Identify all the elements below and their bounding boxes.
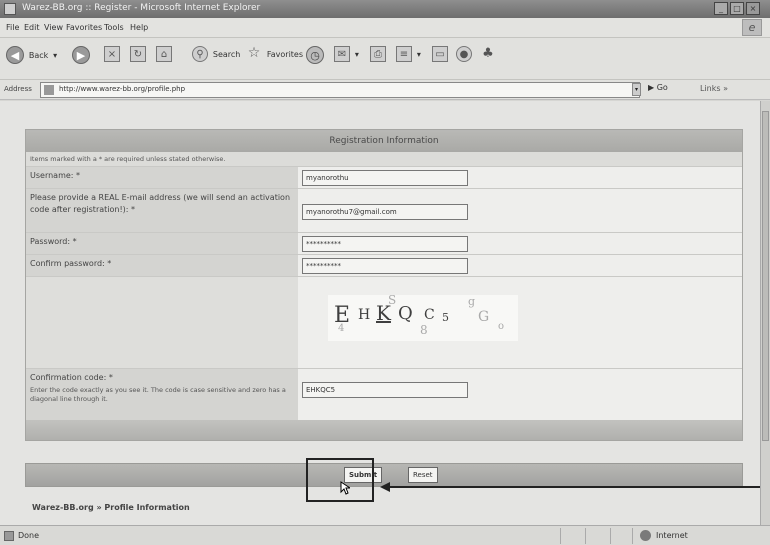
confirmation-code-field[interactable]: EHKQC5: [302, 382, 468, 398]
password-field[interactable]: **********: [302, 236, 468, 252]
print-button[interactable]: ⎙: [370, 46, 386, 72]
favorites-label: Favorites: [266, 49, 304, 59]
captcha-char-6: 5: [442, 311, 449, 324]
confirmation-code-row: Confirmation code: * Enter the code exac…: [26, 368, 742, 420]
callout-arrow-line: [386, 486, 760, 488]
refresh-button[interactable]: ↻: [130, 46, 146, 72]
address-bar: Address http://www.warez-bb.org/profile.…: [0, 80, 770, 100]
captcha-row: S g 4 8 G o E H K Q C 5: [26, 276, 742, 368]
research-icon: ●: [456, 46, 472, 62]
stop-icon: ×: [104, 46, 120, 62]
captcha-char-1: E: [334, 303, 351, 328]
back-icon: ◀: [6, 46, 24, 64]
callout-highlight-box: [306, 458, 374, 502]
address-url: http://www.warez-bb.org/profile.php: [59, 85, 186, 93]
menu-view[interactable]: View: [44, 23, 63, 32]
ie-window-icon: [4, 3, 16, 15]
edit-button[interactable]: ≡ ▾: [396, 46, 421, 72]
registration-header: Registration Information: [26, 130, 742, 152]
window-title: Warez-BB.org :: Register - Microsoft Int…: [22, 3, 261, 13]
menu-favorites[interactable]: Favorites: [66, 23, 102, 32]
search-label: Search: [212, 49, 241, 59]
go-button[interactable]: ▶ Go: [648, 83, 668, 92]
discuss-button[interactable]: ▭: [432, 46, 448, 72]
messenger-button[interactable]: ♣: [480, 46, 496, 72]
password-row: Password: * **********: [26, 232, 742, 254]
captcha-char-4: Q: [398, 303, 413, 324]
menu-bar: File Edit View Favorites Tools Help e: [0, 18, 770, 38]
scrollbar-thumb[interactable]: [762, 111, 769, 441]
registration-footer: [26, 420, 742, 440]
confirm-password-label: Confirm password: *: [26, 255, 298, 276]
email-field[interactable]: myanorothu7@gmail.com: [302, 204, 468, 220]
ie-logo-icon: e: [742, 19, 762, 36]
home-button[interactable]: ⌂: [156, 46, 172, 72]
print-icon: ⎙: [370, 46, 386, 62]
reset-button[interactable]: Reset: [408, 467, 438, 483]
page-done-icon: [4, 531, 14, 541]
forward-icon: ▶: [72, 46, 90, 64]
back-dropdown-icon: ▾: [53, 50, 58, 60]
page-viewport: Registration Information Items marked wi…: [0, 101, 760, 525]
captcha-char-3: K: [376, 301, 391, 325]
discuss-icon: ▭: [432, 46, 448, 62]
address-input[interactable]: http://www.warez-bb.org/profile.php: [40, 82, 640, 98]
search-button[interactable]: ⚲ Search: [192, 46, 240, 72]
go-label: Go: [656, 83, 668, 92]
maximize-button[interactable]: □: [730, 2, 744, 15]
status-bar: Done Internet: [0, 525, 770, 545]
favorites-button[interactable]: ☆ Favorites: [246, 46, 303, 72]
mail-button[interactable]: ✉ ▾: [334, 46, 359, 72]
captcha-char-2: H: [358, 307, 371, 323]
username-row: Username: * myanorothu: [26, 166, 742, 188]
stop-button[interactable]: ×: [104, 46, 120, 72]
email-label: Please provide a REAL E-mail address (we…: [26, 189, 298, 232]
internet-zone-icon: [640, 530, 651, 541]
username-field[interactable]: myanorothu: [302, 170, 468, 186]
zone-label: Internet: [656, 531, 688, 540]
confirmation-code-help: Enter the code exactly as you see it. Th…: [30, 386, 286, 403]
back-label: Back: [28, 50, 49, 60]
search-icon: ⚲: [192, 46, 208, 62]
minimize-button[interactable]: _: [714, 2, 728, 15]
mouse-cursor-icon: [340, 481, 350, 495]
menu-edit[interactable]: Edit: [24, 23, 40, 32]
history-icon: ◷: [306, 46, 324, 64]
back-button[interactable]: ◀ Back ▾: [6, 46, 57, 72]
password-label: Password: *: [26, 233, 298, 254]
page-icon: [44, 85, 54, 95]
captcha-image: S g 4 8 G o E H K Q C 5: [328, 293, 518, 341]
address-label: Address: [4, 85, 32, 93]
links-button[interactable]: Links »: [700, 84, 728, 93]
window-title-bar: Warez-BB.org :: Register - Microsoft Int…: [0, 0, 770, 18]
vertical-scrollbar[interactable]: [760, 101, 770, 525]
captcha-char-5: C: [424, 307, 435, 323]
history-button[interactable]: ◷: [306, 46, 324, 72]
status-text: Done: [18, 531, 40, 540]
refresh-icon: ↻: [130, 46, 146, 62]
edit-icon: ≡: [396, 46, 412, 62]
close-button[interactable]: ×: [746, 2, 760, 15]
callout-arrow-icon: [380, 482, 390, 492]
registration-table: Registration Information Items marked wi…: [25, 129, 743, 441]
address-dropdown-icon[interactable]: ▾: [632, 83, 641, 96]
confirm-password-row: Confirm password: * **********: [26, 254, 742, 276]
mail-icon: ✉: [334, 46, 350, 62]
breadcrumb[interactable]: Warez-BB.org » Profile Information: [32, 503, 190, 512]
browser-toolbar: ◀ Back ▾ ▶ × ↻ ⌂ ⚲ Search ☆ Favorites ◷ …: [0, 38, 770, 80]
confirmation-code-label: Confirmation code: *: [30, 373, 113, 382]
favorites-icon: ☆: [247, 45, 261, 61]
research-button[interactable]: ●: [456, 46, 472, 72]
messenger-icon: ♣: [482, 46, 494, 61]
home-icon: ⌂: [156, 46, 172, 62]
menu-help[interactable]: Help: [130, 23, 148, 32]
confirm-password-field[interactable]: **********: [302, 258, 468, 274]
links-label: Links: [700, 84, 721, 93]
required-note: Items marked with a * are required unles…: [26, 152, 742, 166]
menu-tools[interactable]: Tools: [104, 23, 124, 32]
email-row: Please provide a REAL E-mail address (we…: [26, 188, 742, 232]
username-label: Username: *: [26, 167, 298, 188]
forward-button[interactable]: ▶: [72, 46, 90, 72]
menu-file[interactable]: File: [6, 23, 19, 32]
